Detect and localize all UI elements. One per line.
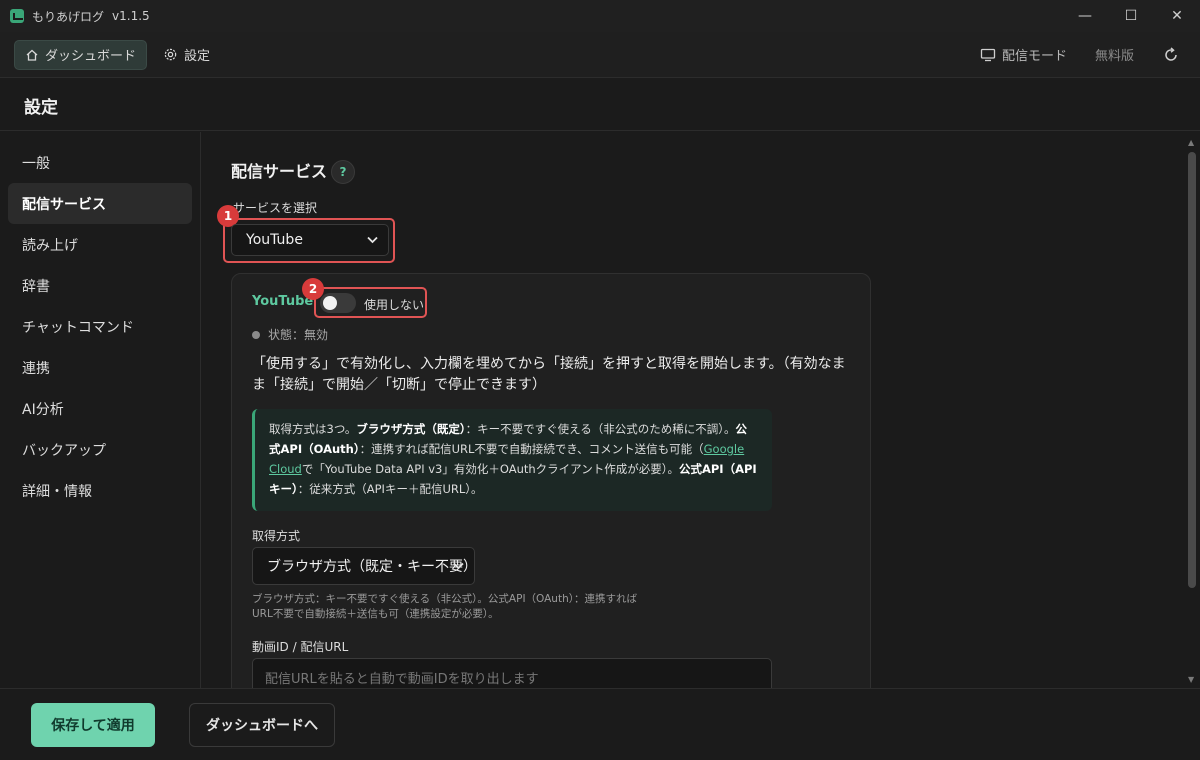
sidebar-item-backup[interactable]: バックアップ [8,429,192,470]
enable-toggle[interactable] [320,293,356,313]
video-id-label: 動画ID / 配信URL [252,640,349,654]
status-dot-icon [252,330,260,339]
maximize-button[interactable]: ☐ [1108,0,1154,32]
main-content: 配信サービス ? サービスを選択 1 YouTube YouTube 2 使用し… [201,132,1184,688]
info-text: ：従来方式（APIキー＋配信URL）。 [297,482,483,496]
service-select-value: YouTube [246,232,303,248]
scroll-down-icon[interactable]: ▼ [1188,675,1194,684]
service-select[interactable]: YouTube [231,224,389,256]
video-id-input[interactable]: 配信URLを貼ると自動で動画IDを取り出します [252,658,772,688]
nav-dashboard-label: ダッシュボード [45,49,137,64]
sidebar-item-integration[interactable]: 連携 [8,347,192,388]
nav-settings-button[interactable]: 設定 [153,40,220,70]
method-hint: ブラウザ方式：キー不要ですぐ使える（非公式）。公式API（OAuth）：連携すれ… [252,593,637,620]
settings-sidebar: 一般 配信サービス 読み上げ 辞書 チャットコマンド 連携 AI分析 バックアッ… [0,132,201,688]
usage-description: 「使用する」で有効化し、入力欄を埋めてから「接続」を押すと取得を開始します。（有… [252,356,846,393]
to-dashboard-button[interactable]: ダッシュボードへ [189,703,335,747]
app-window: もりあげログ v1.1.5 — ☐ ✕ ダッシュボード 設定 配信モード 無料版… [0,0,1200,760]
chevron-down-icon [453,562,464,570]
app-logo-icon [10,9,24,23]
refresh-icon[interactable] [1162,46,1180,64]
close-button[interactable]: ✕ [1154,0,1200,32]
app-title: もりあげログ [32,9,105,24]
info-text: 取得方式は3つ。 [269,422,357,436]
status-row: 状態：無効 [252,326,328,343]
nav-dashboard-button[interactable]: ダッシュボード [14,39,148,70]
save-apply-button[interactable]: 保存して適用 [31,703,155,747]
gear-icon [164,48,177,61]
sidebar-item-general[interactable]: 一般 [8,142,192,183]
plan-badge: 無料版 [1094,49,1134,64]
scroll-thumb[interactable] [1188,152,1196,588]
chevron-down-icon [367,236,378,244]
toggle-knob [323,296,337,310]
sidebar-item-ai-analysis[interactable]: AI分析 [8,388,192,429]
home-icon [26,49,38,61]
nav-right-group: 配信モード 無料版 [980,45,1180,64]
toggle-label: 使用しない [364,298,425,312]
stream-mode-label: 配信モード [1001,49,1067,64]
info-bold: ブラウザ方式（既定） [356,422,466,436]
app-version: v1.1.5 [112,9,150,23]
help-button[interactable]: ? [331,160,355,184]
info-text: で「YouTube Data API v3」有効化＋OAuthクライアント作成が… [301,462,679,476]
page-title: 設定 [24,98,58,118]
main-scrollbar[interactable]: ▲ ▼ [1184,132,1200,688]
sidebar-item-stream-service[interactable]: 配信サービス [8,183,192,224]
youtube-settings-card: YouTube 2 使用しない 状態：無効 「使用する」で有効化し、入力欄を埋め… [231,273,871,688]
info-text: ：連携すれば配信URL不要で自動接続でき、コメント送信も可能（ [359,442,704,456]
section-title: 配信サービス [231,162,328,181]
stream-mode-button[interactable]: 配信モード [980,45,1067,64]
monitor-icon [980,48,996,61]
sidebar-item-details[interactable]: 詳細・情報 [8,470,192,511]
top-nav: ダッシュボード 設定 配信モード 無料版 [0,32,1200,78]
method-label: 取得方式 [252,529,301,543]
title-bar: もりあげログ v1.1.5 — ☐ ✕ [0,0,1200,32]
info-box: 取得方式は3つ。ブラウザ方式（既定）：キー不要ですぐ使える（非公式のため稀に不調… [252,409,772,511]
scroll-up-icon[interactable]: ▲ [1188,138,1194,147]
method-select[interactable]: ブラウザ方式（既定・キー不要） [252,547,477,585]
sidebar-item-tts[interactable]: 読み上げ [8,224,192,265]
nav-settings-label: 設定 [184,49,211,64]
window-controls: — ☐ ✕ [1062,0,1200,32]
minimize-button[interactable]: — [1062,0,1108,32]
info-text: ：キー不要ですぐ使える（非公式のため稀に不調）。 [465,422,736,436]
status-text: 状態：無効 [268,328,329,342]
method-select-value: ブラウザ方式（既定・キー不要） [267,559,477,575]
video-id-placeholder: 配信URLを貼ると自動で動画IDを取り出します [265,671,539,687]
footer-bar: 保存して適用 ダッシュボードへ [0,688,1200,760]
sidebar-item-chat-command[interactable]: チャットコマンド [8,306,192,347]
service-select-label: サービスを選択 [233,201,318,215]
sidebar-item-dictionary[interactable]: 辞書 [8,265,192,306]
page-header: 設定 [0,79,1200,131]
